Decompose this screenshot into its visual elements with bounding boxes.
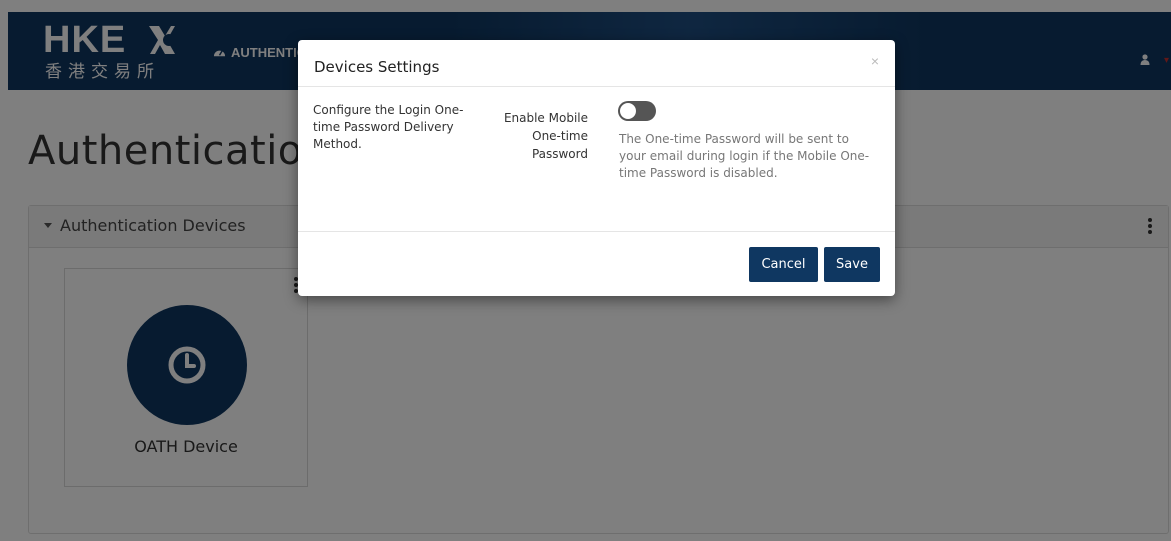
close-icon[interactable]: × — [871, 53, 879, 69]
cancel-button[interactable]: Cancel — [749, 247, 818, 282]
modal-title: Devices Settings — [314, 58, 440, 76]
modal-header: Devices Settings × — [298, 40, 895, 87]
mobile-otp-label: Enable Mobile One-time Password — [503, 111, 588, 161]
toggle-knob — [620, 103, 636, 119]
devices-settings-modal: Devices Settings × Configure the Login O… — [298, 40, 895, 296]
setting-description: Configure the Login One-time Password De… — [313, 103, 464, 151]
modal-footer: Cancel Save — [298, 231, 895, 297]
mobile-otp-help-text: The One-time Password will be sent to yo… — [619, 132, 870, 180]
modal-body: Configure the Login One-time Password De… — [298, 87, 895, 231]
mobile-otp-toggle[interactable] — [618, 101, 656, 121]
save-button[interactable]: Save — [824, 247, 880, 282]
page: HKE 香港交易所 AUTHENTICATION ▾ Authenticatio… — [0, 0, 1171, 541]
